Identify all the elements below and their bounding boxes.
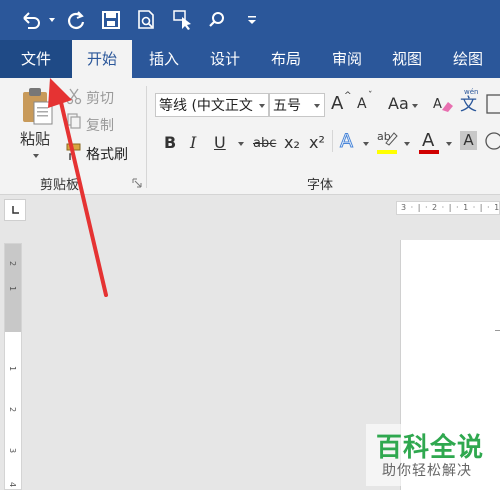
vertical-ruler-mark: 2: [8, 261, 17, 267]
touch-mouse-mode-icon[interactable]: [172, 9, 194, 31]
tab-layout[interactable]: 布局: [256, 40, 316, 78]
clear-formatting-icon[interactable]: A: [432, 94, 454, 114]
horizontal-ruler[interactable]: 3 · | · 2 · | · 1 · | · 1: [396, 201, 500, 215]
svg-text:A: A: [433, 97, 442, 112]
grow-font-button[interactable]: A: [331, 93, 343, 114]
font-size-dropdown-icon[interactable]: [314, 104, 320, 108]
change-case-button[interactable]: Aa: [388, 94, 409, 113]
tab-home[interactable]: 开始: [72, 40, 132, 78]
font-color-button[interactable]: A: [422, 130, 434, 151]
highlight-color-bar: [377, 150, 397, 154]
vertical-ruler[interactable]: 2 1 1 2 3 4: [4, 243, 22, 490]
shrink-font-button[interactable]: A: [357, 96, 367, 112]
text-effects-dropdown-icon[interactable]: [363, 142, 369, 146]
clipboard-group-label: 剪贴板: [40, 178, 80, 193]
left-tab-stop-icon: [12, 206, 19, 214]
tab-design[interactable]: 设计: [194, 40, 256, 78]
enclosed-character-icon[interactable]: [484, 132, 500, 152]
strikethrough-button[interactable]: abc: [253, 136, 276, 151]
tab-view[interactable]: 视图: [378, 40, 436, 78]
paste-dropdown-icon[interactable]: [33, 154, 39, 158]
undo-icon[interactable]: [20, 10, 42, 30]
save-icon[interactable]: [101, 10, 121, 30]
paste-button[interactable]: 粘贴: [20, 128, 50, 149]
tab-selector[interactable]: [4, 199, 26, 221]
watermark-title: 百科全说: [376, 433, 485, 463]
vertical-ruler-mark: 1: [8, 366, 17, 372]
subscript-button[interactable]: x₂: [284, 133, 300, 152]
ribbon-home: 粘贴 剪切 复制 格式刷 剪贴板 等线 (中文正文 五号 A ^ A ˇ Aa …: [0, 78, 500, 195]
cut-button[interactable]: 剪切: [86, 88, 114, 108]
undo-dropdown-icon[interactable]: [49, 18, 55, 22]
vertical-ruler-mark: 2: [8, 407, 17, 413]
italic-button[interactable]: I: [190, 133, 196, 152]
format-painter-button[interactable]: 格式刷: [86, 144, 128, 164]
quick-access-toolbar: [0, 0, 500, 40]
font-color-dropdown-icon[interactable]: [446, 142, 452, 146]
margin-corner-mark: [495, 330, 500, 331]
vertical-ruler-mark: 1: [8, 286, 17, 292]
print-preview-icon[interactable]: [136, 9, 158, 31]
search-icon[interactable]: [207, 10, 227, 30]
font-name-dropdown-icon[interactable]: [259, 104, 265, 108]
character-shading-button[interactable]: A: [460, 131, 477, 150]
watermark-logo: 百科全说 助你轻松解决: [366, 424, 496, 486]
copy-icon[interactable]: [66, 112, 82, 130]
redo-icon[interactable]: [66, 10, 86, 30]
customize-toolbar-icon[interactable]: [246, 15, 258, 25]
text-effects-button[interactable]: A: [340, 130, 354, 153]
phonetic-guide-pinyin-icon: wén: [464, 88, 479, 96]
highlighter-pen-icon: [385, 132, 398, 146]
vertical-ruler-mark: 3: [8, 448, 17, 454]
watermark-subtitle: 助你轻松解决: [382, 463, 472, 479]
format-painter-icon[interactable]: [65, 142, 83, 162]
shrink-font-arrow-icon: ˇ: [368, 91, 373, 101]
bold-button[interactable]: B: [164, 133, 176, 152]
tab-review[interactable]: 审阅: [316, 40, 378, 78]
tab-draw[interactable]: 绘图: [436, 40, 500, 78]
ribbon-tabs: 文件 开始 插入 设计 布局 审阅 视图 绘图: [0, 40, 500, 78]
cut-icon[interactable]: [66, 87, 82, 105]
font-color-bar: [419, 150, 439, 154]
underline-button[interactable]: U: [214, 133, 226, 152]
superscript-button[interactable]: x²: [309, 133, 325, 152]
tab-file[interactable]: 文件: [0, 40, 72, 78]
vertical-ruler-mark: 4: [8, 482, 17, 488]
font-name-select[interactable]: 等线 (中文正文: [155, 93, 269, 117]
change-case-dropdown-icon[interactable]: [412, 104, 418, 108]
font-group-label: 字体: [307, 178, 334, 193]
text-highlight-dropdown-icon[interactable]: [404, 142, 410, 146]
enclose-characters-icon[interactable]: [486, 92, 500, 116]
tab-insert[interactable]: 插入: [134, 40, 194, 78]
copy-button[interactable]: 复制: [86, 115, 114, 135]
paste-icon[interactable]: [20, 86, 56, 128]
underline-dropdown-icon[interactable]: [238, 142, 244, 146]
clipboard-dialog-launcher-icon[interactable]: [132, 178, 142, 188]
grow-font-arrow-icon: ^: [344, 91, 352, 101]
